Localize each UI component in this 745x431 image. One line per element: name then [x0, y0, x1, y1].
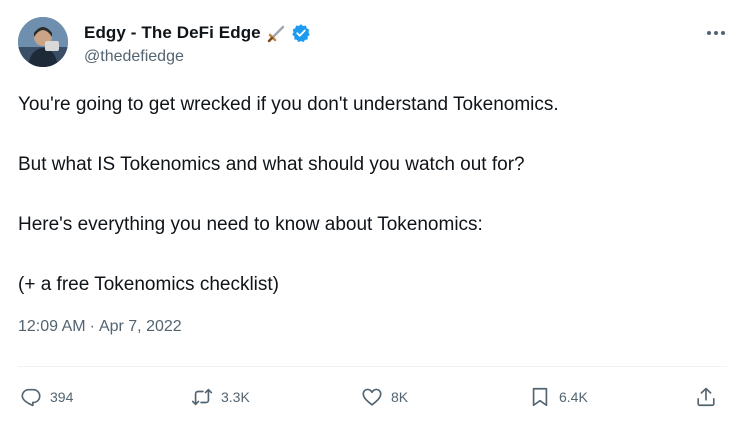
share-button[interactable]: [695, 380, 717, 414]
bookmark-icon: [532, 387, 548, 407]
like-count: 8K: [391, 389, 409, 405]
reply-icon: [21, 388, 41, 407]
like-button[interactable]: 8K: [361, 380, 408, 414]
share-icon: [697, 387, 715, 407]
avatar[interactable]: [18, 17, 68, 67]
handle[interactable]: @thedefiedge: [84, 48, 311, 66]
display-name[interactable]: Edgy - The DeFi Edge: [84, 23, 261, 43]
tweet-line: You're going to get wrecked if you don't…: [18, 94, 559, 115]
timestamp-separator: ·: [89, 318, 95, 335]
bookmark-button[interactable]: 6.4K: [529, 380, 588, 414]
retweet-count: 3.3K: [221, 389, 250, 405]
timestamp-time: 12:09 AM: [18, 318, 86, 335]
bookmark-count: 6.4K: [559, 389, 588, 405]
retweet-button[interactable]: 3.3K: [191, 380, 250, 414]
tweet-line: But what IS Tokenomics and what should y…: [18, 154, 525, 175]
action-bar: 394 3.3K 8K 6.4K: [18, 380, 730, 414]
reply-count: 394: [50, 389, 74, 405]
divider: [18, 366, 727, 367]
heart-icon: [362, 388, 382, 406]
tweet-line: (+ a free Tokenomics checklist): [18, 274, 279, 295]
avatar-person-icon: [18, 17, 68, 67]
tweet-line: Here's everything you need to know about…: [18, 214, 483, 235]
verified-badge-icon: [291, 23, 311, 43]
timestamp[interactable]: 12:09 AM · Apr 7, 2022: [18, 318, 182, 336]
sword-icon: [267, 23, 287, 43]
tweet-text: You're going to get wrecked if you don't…: [18, 90, 723, 300]
reply-button[interactable]: 394: [20, 380, 73, 414]
retweet-icon: [191, 388, 213, 406]
timestamp-date: Apr 7, 2022: [98, 318, 182, 335]
tweet-header: Edgy - The DeFi Edge @thedefiedge: [18, 17, 728, 69]
more-icon[interactable]: [704, 21, 728, 45]
